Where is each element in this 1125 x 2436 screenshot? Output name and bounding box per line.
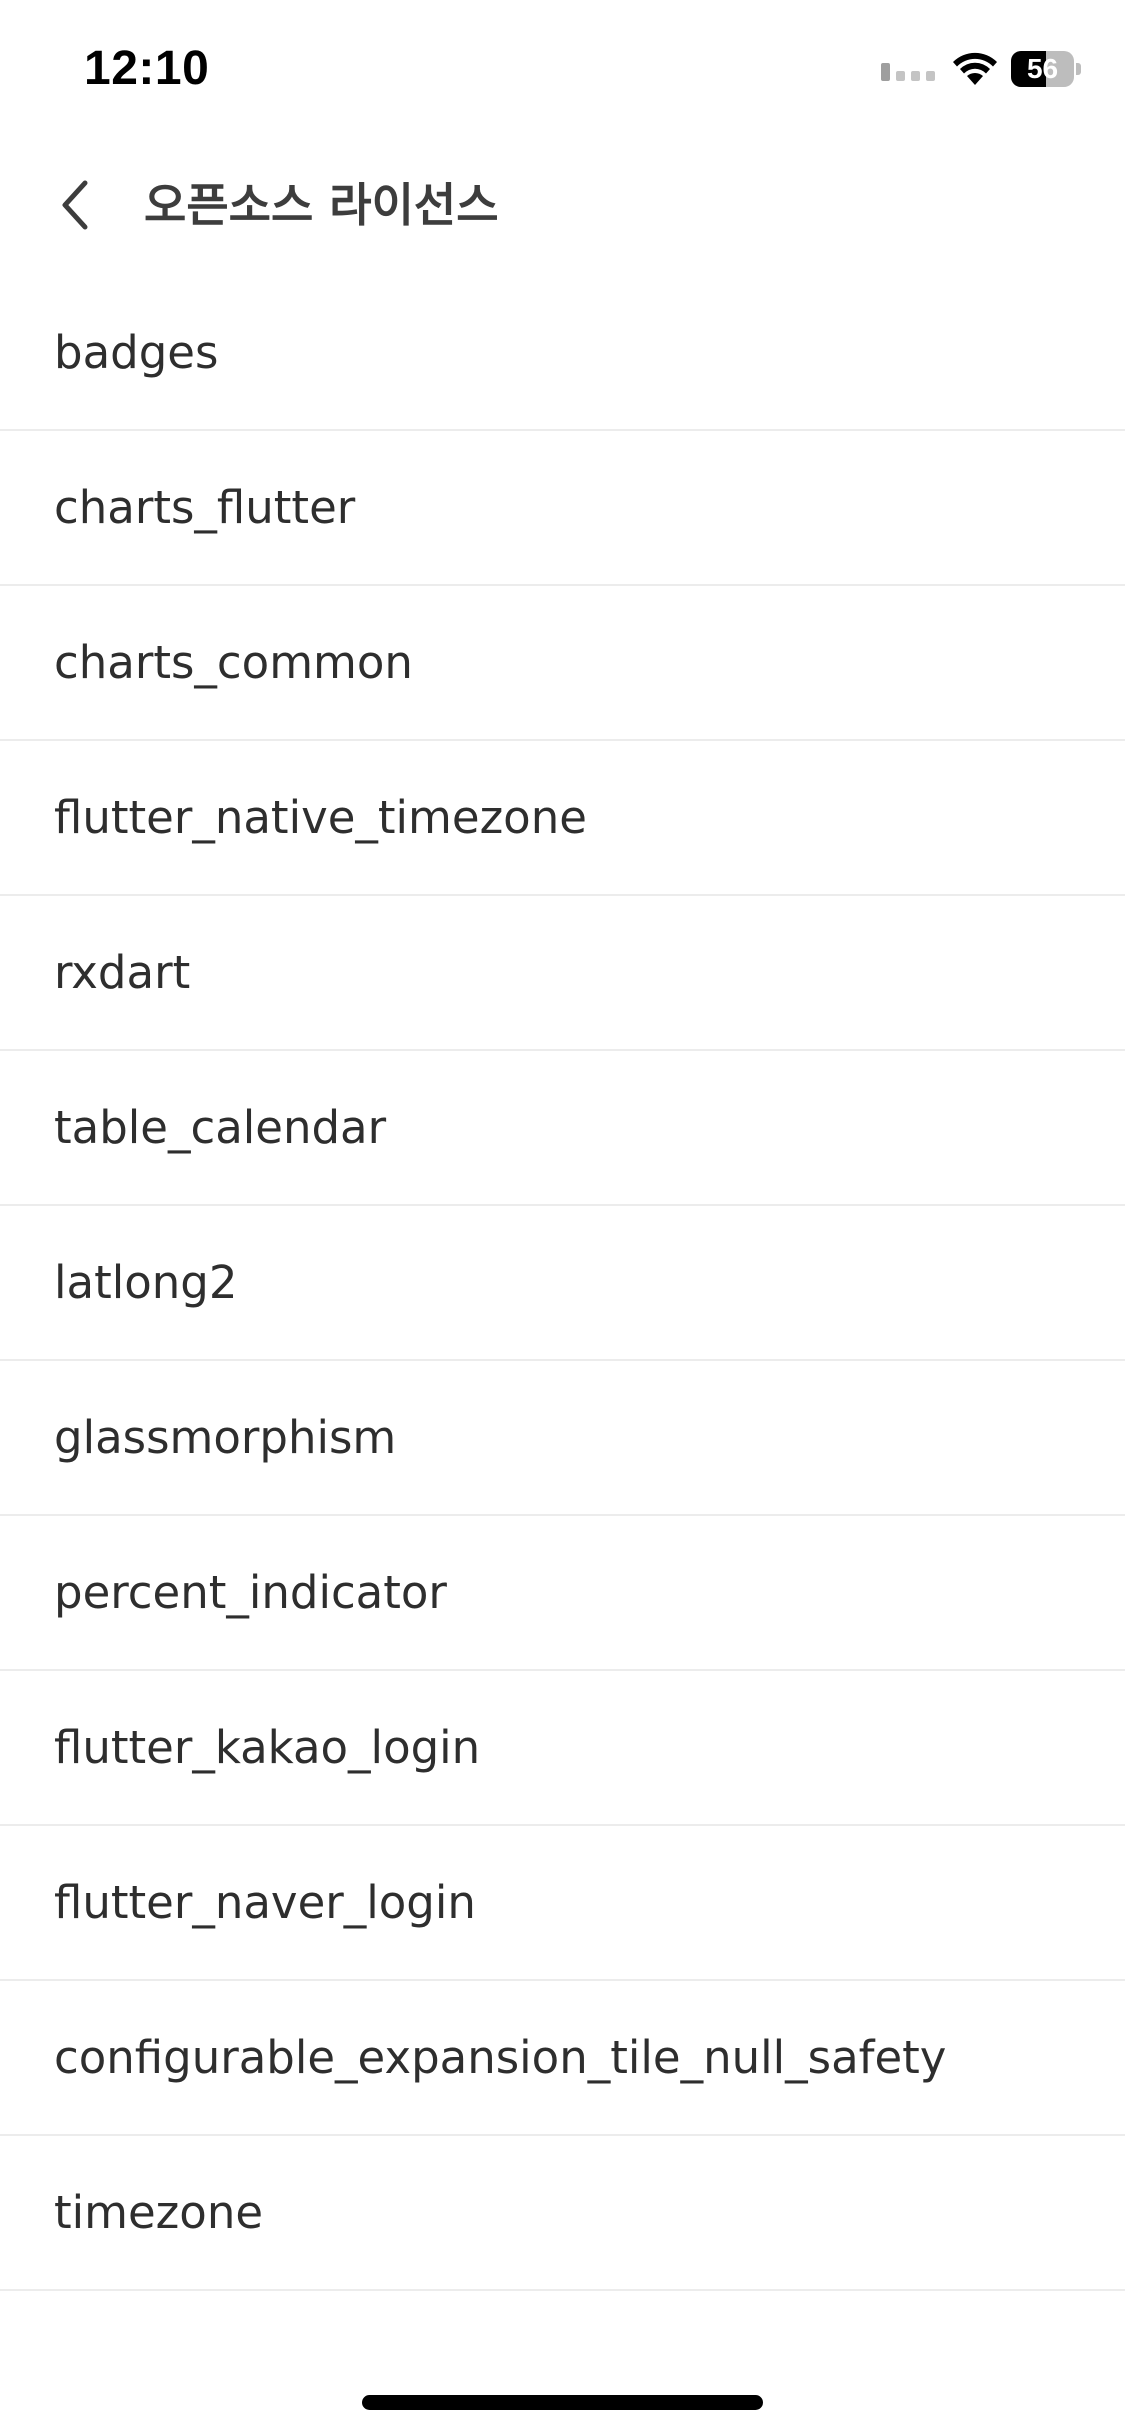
- home-indicator[interactable]: [362, 2395, 763, 2410]
- license-item-label: percent_indicator: [54, 1566, 447, 1619]
- page-title: 오픈소스 라이선스: [144, 178, 499, 232]
- license-list-item[interactable]: glassmorphism: [0, 1361, 1125, 1516]
- status-bar: 12:10 56: [0, 0, 1125, 140]
- status-time: 12:10: [84, 42, 210, 95]
- license-item-label: flutter_naver_login: [54, 1876, 476, 1929]
- battery-tip: [1076, 63, 1081, 75]
- license-item-label: timezone: [54, 2186, 264, 2239]
- signal-icon: [881, 63, 935, 81]
- license-list-item[interactable]: flutter_kakao_login: [0, 1671, 1125, 1826]
- license-list-item[interactable]: percent_indicator: [0, 1516, 1125, 1671]
- license-list-item[interactable]: badges: [0, 276, 1125, 431]
- license-item-label: table_calendar: [54, 1101, 387, 1154]
- battery-level: 56: [1026, 53, 1059, 84]
- license-list-item[interactable]: flutter_naver_login: [0, 1826, 1125, 1981]
- license-list-item[interactable]: charts_flutter: [0, 431, 1125, 586]
- license-list-item[interactable]: rxdart: [0, 896, 1125, 1051]
- back-button[interactable]: [40, 170, 110, 240]
- chevron-left-icon: [62, 180, 88, 230]
- battery-icon: 56: [1011, 51, 1081, 87]
- license-list-item[interactable]: table_calendar: [0, 1051, 1125, 1206]
- license-list-item[interactable]: timezone: [0, 2136, 1125, 2291]
- license-item-label: glassmorphism: [54, 1411, 397, 1464]
- license-list-item[interactable]: flutter_native_timezone: [0, 741, 1125, 896]
- license-item-label: flutter_kakao_login: [54, 1721, 481, 1774]
- license-list-item[interactable]: charts_common: [0, 586, 1125, 741]
- license-item-label: rxdart: [54, 946, 191, 999]
- license-item-label: charts_common: [54, 636, 413, 689]
- license-item-label: badges: [54, 326, 219, 379]
- license-item-label: latlong2: [54, 1256, 238, 1309]
- license-item-label: flutter_native_timezone: [54, 791, 587, 844]
- status-icons: 56: [881, 48, 1081, 90]
- license-list-item[interactable]: configurable_expansion_tile_null_safety: [0, 1981, 1125, 2136]
- nav-bar: 오픈소스 라이선스: [0, 140, 1125, 270]
- license-item-label: charts_flutter: [54, 481, 356, 534]
- wifi-icon: [953, 52, 997, 85]
- battery-body: 56: [1011, 51, 1075, 87]
- license-list: badges charts_flutter charts_commonflutter…: [0, 276, 1125, 2291]
- license-list-item[interactable]: latlong2: [0, 1206, 1125, 1361]
- license-item-label: configurable_expansion_tile_null_safety: [54, 2031, 947, 2084]
